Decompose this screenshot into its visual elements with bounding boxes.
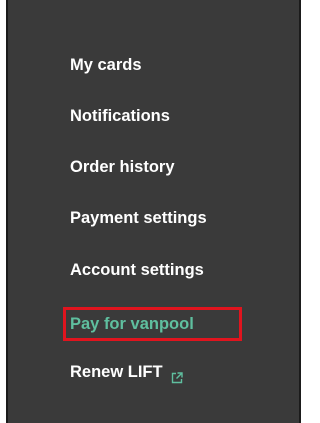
menu-item-notifications[interactable]: Notifications <box>70 102 170 130</box>
menu-item-renew-lift[interactable]: Renew LIFT <box>70 358 183 386</box>
menu-item-label: Order history <box>70 158 175 176</box>
account-menu-panel: My cards Notifications Order history Pay… <box>6 0 301 423</box>
menu-item-account-settings[interactable]: Account settings <box>70 256 204 284</box>
menu-item-label: My cards <box>70 56 142 74</box>
menu-item-label: Account settings <box>70 261 204 279</box>
menu-item-label: Payment settings <box>70 209 207 227</box>
external-link-icon <box>171 365 183 383</box>
menu-item-payment-settings[interactable]: Payment settings <box>70 204 207 232</box>
highlight-box <box>63 307 242 341</box>
menu-item-order-history[interactable]: Order history <box>70 153 175 181</box>
menu-item-label: Renew LIFT <box>70 363 163 381</box>
menu-item-my-cards[interactable]: My cards <box>70 51 142 79</box>
menu-item-label: Notifications <box>70 107 170 125</box>
